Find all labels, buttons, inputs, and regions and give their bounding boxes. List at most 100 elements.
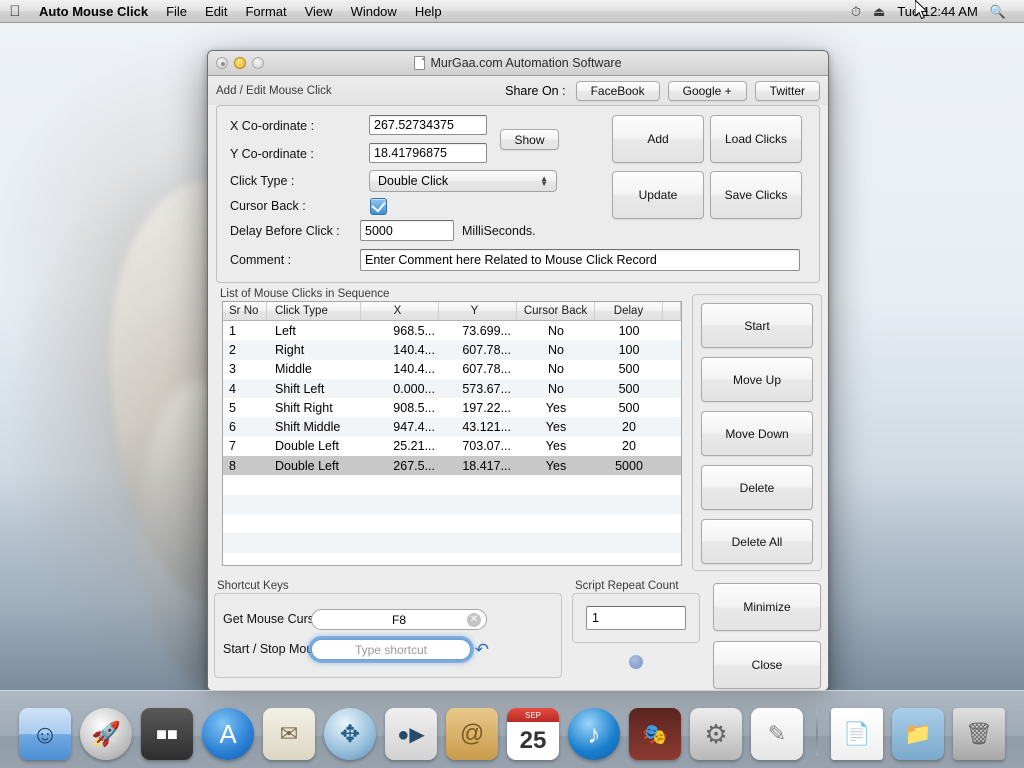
dock-item-finder[interactable]: ☺ xyxy=(19,708,71,760)
cell-cursor-back: No xyxy=(517,321,595,340)
cursor-back-checkbox[interactable] xyxy=(370,198,387,215)
cell-y: 43.121... xyxy=(439,417,517,436)
table-empty-row[interactable] xyxy=(223,495,681,514)
apple-logo-icon[interactable]:  xyxy=(0,0,30,23)
table-empty-row[interactable] xyxy=(223,553,681,566)
column-header-sr-no[interactable]: Sr No xyxy=(223,302,267,320)
start-stop-shortcut-field[interactable]: Type shortcut xyxy=(311,639,471,660)
menu-item-help[interactable]: Help xyxy=(406,0,451,23)
column-header-click-type[interactable]: Click Type xyxy=(267,302,361,320)
delete-button[interactable]: Delete xyxy=(701,465,813,510)
dock-item-safari[interactable]: ✥ xyxy=(324,708,376,760)
share-twitter-button[interactable]: Twitter xyxy=(755,81,820,101)
dock-item-system-preferences[interactable]: ⚙ xyxy=(690,708,742,760)
dock-item-launchpad[interactable]: 🚀 xyxy=(80,708,132,760)
close-button[interactable]: Close xyxy=(713,641,821,689)
save-clicks-button[interactable]: Save Clicks xyxy=(710,171,802,219)
column-header-cursor-back[interactable]: Cursor Back xyxy=(517,302,595,320)
share-facebook-button[interactable]: FaceBook xyxy=(576,81,660,101)
cell-x: 25.21... xyxy=(361,437,439,456)
click-type-select[interactable]: Double Click ▲▼ xyxy=(369,170,557,192)
table-row[interactable]: 4Shift Left0.000...573.67...No500 xyxy=(223,379,681,398)
dock-item-itunes[interactable]: ♪ xyxy=(568,708,620,760)
dock-item-mission-control[interactable]: ■■ xyxy=(141,708,193,760)
get-cursor-position-shortcut-field[interactable]: F8 ✕ xyxy=(311,609,487,630)
mouse-clicks-table[interactable]: Sr No Click Type X Y Cursor Back Delay 1… xyxy=(222,301,682,566)
table-row[interactable]: 2Right140.4...607.78...No100 xyxy=(223,340,681,359)
cell-x: 140.4... xyxy=(361,340,439,359)
share-on-label: Share On : xyxy=(505,84,565,98)
move-down-button[interactable]: Move Down xyxy=(701,411,813,456)
dock-item-contacts[interactable]: @ xyxy=(446,708,498,760)
delete-all-button[interactable]: Delete All xyxy=(701,519,813,564)
load-clicks-button[interactable]: Load Clicks xyxy=(710,115,802,163)
column-header-y[interactable]: Y xyxy=(439,302,517,320)
dock-item-textedit[interactable]: ✎ xyxy=(751,708,803,760)
revert-arrow-icon[interactable]: ↶ xyxy=(475,640,489,659)
dock-item-mail[interactable]: ✉ xyxy=(263,708,315,760)
delay-input[interactable]: 5000 xyxy=(360,220,454,241)
dock-item-downloads[interactable]: 📁 xyxy=(892,708,944,760)
table-empty-row[interactable] xyxy=(223,475,681,494)
show-button[interactable]: Show xyxy=(500,129,559,150)
table-row[interactable]: 3Middle140.4...607.78...No500 xyxy=(223,360,681,379)
menu-item-file[interactable]: File xyxy=(157,0,196,23)
column-header-delay[interactable]: Delay xyxy=(595,302,663,320)
zoom-window-button[interactable] xyxy=(252,57,264,69)
clear-shortcut-icon[interactable]: ✕ xyxy=(467,613,481,627)
move-up-button[interactable]: Move Up xyxy=(701,357,813,402)
table-row[interactable]: 1Left968.5...73.699...No100 xyxy=(223,321,681,340)
time-machine-icon[interactable]: ⏱ xyxy=(851,5,861,18)
dock-item-facetime[interactable]: ●▶ xyxy=(385,708,437,760)
script-repeat-panel: Script Repeat Count 1 xyxy=(572,593,700,643)
cell-sr-no: 3 xyxy=(223,360,267,379)
cell-y: 18.417... xyxy=(439,456,517,475)
window-titlebar[interactable]: MurGaa.com Automation Software xyxy=(208,51,828,76)
share-google-plus-button[interactable]: Google + xyxy=(668,81,747,101)
shortcut-keys-title: Shortcut Keys xyxy=(213,580,293,592)
share-row: Add / Edit Mouse Click Share On : FaceBo… xyxy=(208,76,828,105)
menu-clock[interactable]: Tue 12:44 AM xyxy=(897,4,977,19)
menu-app-name[interactable]: Auto Mouse Click xyxy=(30,0,157,23)
table-empty-row[interactable] xyxy=(223,514,681,533)
dock-item-document[interactable]: 📄 xyxy=(831,708,883,760)
table-body: 1Left968.5...73.699...No1002Right140.4..… xyxy=(223,321,681,566)
minimize-button[interactable]: Minimize xyxy=(713,583,821,631)
window-actions-panel: Minimize Close xyxy=(713,583,821,689)
spotlight-search-icon[interactable]: 🔍 xyxy=(990,5,1006,18)
table-empty-row[interactable] xyxy=(223,533,681,552)
close-window-button[interactable] xyxy=(216,57,228,69)
table-row[interactable]: 6Shift Middle947.4...43.121...Yes20 xyxy=(223,417,681,436)
table-row[interactable]: 5Shift Right908.5...197.22...Yes500 xyxy=(223,398,681,417)
table-row[interactable]: 8Double Left267.5...18.417...Yes5000 xyxy=(223,456,681,475)
dock-item-app-store[interactable]: A xyxy=(202,708,254,760)
dock-item-photo-booth[interactable]: 🎭 xyxy=(629,708,681,760)
column-header-x[interactable]: X xyxy=(361,302,439,320)
cell-delay: 20 xyxy=(595,417,663,436)
eject-icon[interactable]: ⏏ xyxy=(873,5,885,18)
table-row[interactable]: 7Double Left25.21...703.07...Yes20 xyxy=(223,437,681,456)
dock-item-trash[interactable]: 🗑 xyxy=(953,708,1005,760)
update-button[interactable]: Update xyxy=(612,171,704,219)
cell-click-type: Double Left xyxy=(267,437,361,456)
cell-x: 140.4... xyxy=(361,360,439,379)
y-coordinate-input[interactable]: 18.41796875 xyxy=(369,143,487,163)
photo-booth-icon: 🎭 xyxy=(643,722,668,747)
finder-icon: ☺ xyxy=(19,708,71,760)
dock-item-calendar[interactable]: SEP 25 xyxy=(507,708,559,760)
add-button[interactable]: Add xyxy=(612,115,704,163)
script-repeat-count-input[interactable]: 1 xyxy=(586,606,686,630)
menu-item-format[interactable]: Format xyxy=(236,0,295,23)
gear-icon: ⚙ xyxy=(704,719,727,750)
cell-delay: 100 xyxy=(595,340,663,359)
add-edit-group-title: Add / Edit Mouse Click xyxy=(216,85,332,97)
app-store-icon: A xyxy=(219,719,236,750)
start-button[interactable]: Start xyxy=(701,303,813,348)
menu-item-view[interactable]: View xyxy=(296,0,342,23)
minimize-window-button[interactable] xyxy=(234,57,246,69)
menu-item-window[interactable]: Window xyxy=(342,0,406,23)
start-stop-shortcut-field-wrap: Type shortcut ↶ xyxy=(311,639,487,660)
comment-input[interactable]: Enter Comment here Related to Mouse Clic… xyxy=(360,249,800,271)
menu-item-edit[interactable]: Edit xyxy=(196,0,236,23)
x-coordinate-input[interactable]: 267.52734375 xyxy=(369,115,487,135)
